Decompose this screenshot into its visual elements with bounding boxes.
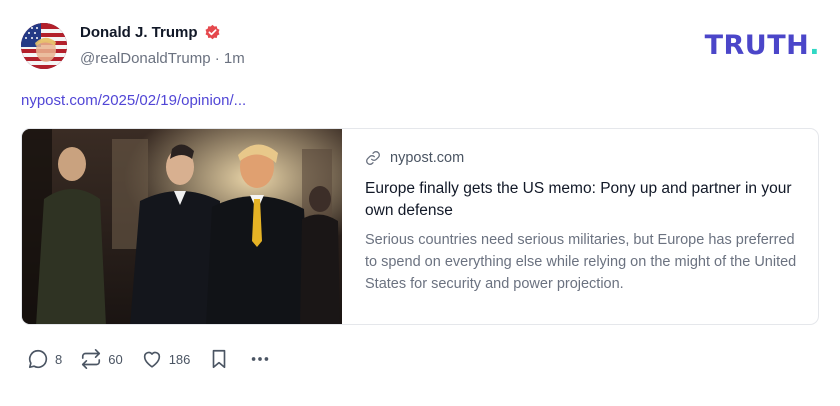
preview-image <box>22 129 342 324</box>
author-name-row[interactable]: Donald J. Trump <box>80 24 221 41</box>
heart-icon <box>143 351 160 368</box>
preview-body: nypost.com Europe finally gets the US me… <box>342 129 818 324</box>
reply-button[interactable]: 8 <box>27 348 62 370</box>
retruth-button[interactable]: 60 <box>80 348 123 370</box>
author-meta: @realDonaldTrump · 1m <box>80 50 245 67</box>
meta-separator: · <box>214 50 220 67</box>
bookmark-button[interactable] <box>208 348 230 370</box>
reply-icon <box>28 349 48 369</box>
post-time[interactable]: 1m <box>224 50 245 67</box>
logo-dot: . <box>809 30 820 61</box>
more-icon <box>252 357 269 361</box>
preview-domain: nypost.com <box>390 150 465 166</box>
verified-badge-icon <box>205 24 219 40</box>
link-preview-card[interactable]: nypost.com Europe finally gets the US me… <box>21 128 819 325</box>
author-name[interactable]: Donald J. Trump <box>80 24 198 41</box>
bookmark-icon <box>213 349 226 369</box>
link-icon <box>366 151 380 165</box>
avatar[interactable] <box>21 23 67 69</box>
preview-domain-row: nypost.com <box>365 149 800 167</box>
preview-title[interactable]: Europe finally gets the US memo: Pony up… <box>365 178 800 222</box>
post-link[interactable]: nypost.com/2025/02/19/opinion/... <box>21 92 246 109</box>
author-handle[interactable]: @realDonaldTrump <box>80 50 211 67</box>
post-actions: 8 60 186 <box>27 346 290 372</box>
like-count: 186 <box>168 351 191 367</box>
truth-post: Donald J. Trump @realDonaldTrump · 1m TR… <box>0 0 840 406</box>
truth-social-logo[interactable]: TRUTH. <box>705 30 820 61</box>
reply-count: 8 <box>55 351 63 367</box>
retruth-count: 60 <box>108 351 123 367</box>
more-options-button[interactable] <box>248 348 272 370</box>
retruth-icon <box>82 349 101 369</box>
logo-text: TRUTH <box>704 30 810 61</box>
like-button[interactable]: 186 <box>141 348 191 370</box>
preview-description: Serious countries need serious militarie… <box>365 232 797 292</box>
